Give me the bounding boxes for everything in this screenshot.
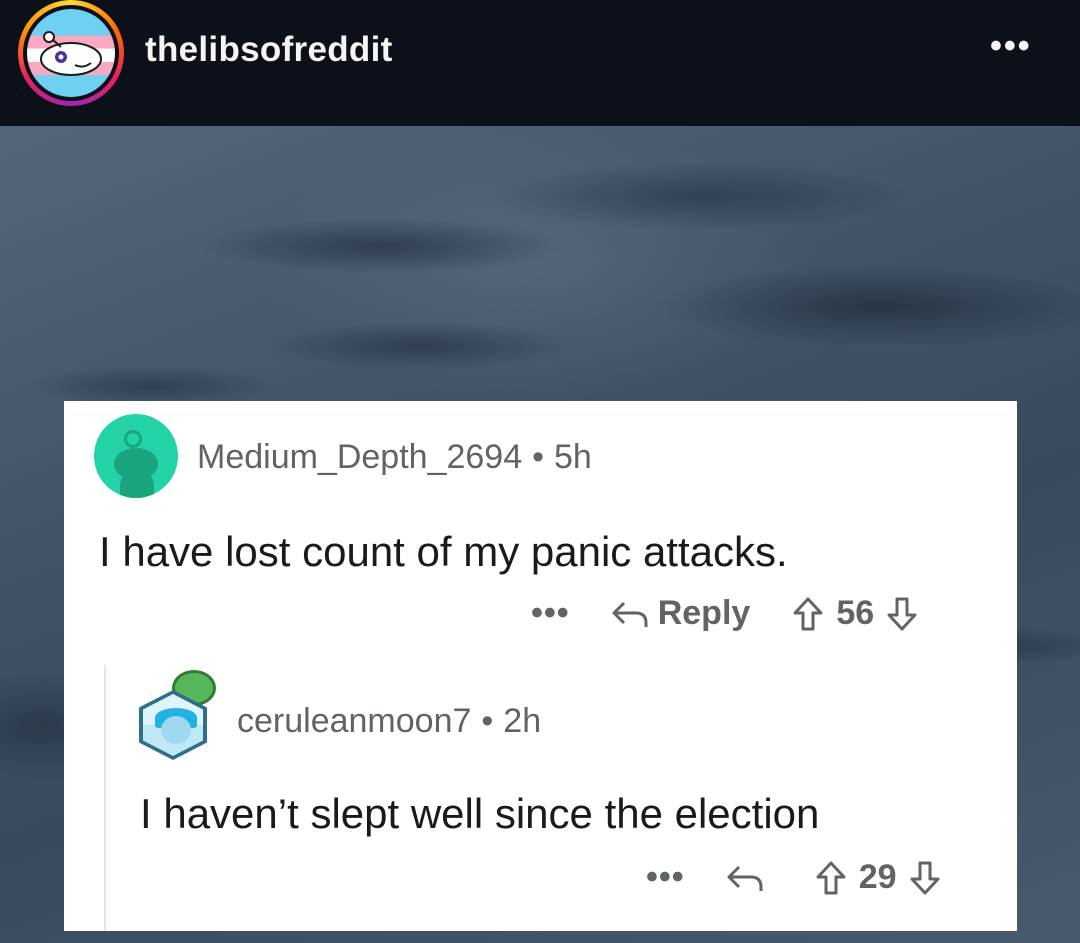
reply-button[interactable] bbox=[725, 861, 773, 895]
snoo-antenna bbox=[124, 430, 142, 448]
profile-avatar[interactable] bbox=[18, 0, 124, 106]
avatar-frame bbox=[23, 5, 119, 101]
meta-separator: • bbox=[532, 438, 545, 476]
comment-age: 5h bbox=[554, 438, 592, 476]
account-username[interactable]: thelibsofreddit bbox=[145, 30, 393, 70]
reply-body: I haven’t slept well since the election bbox=[140, 790, 820, 837]
comment-body: I have lost count of my panic attacks. bbox=[99, 528, 788, 575]
post-header: thelibsofreddit ••• bbox=[0, 0, 1080, 126]
downvote-icon[interactable] bbox=[909, 860, 941, 896]
comment-meta: Medium_Depth_2694 • 5h bbox=[197, 438, 592, 477]
avatar-background bbox=[143, 694, 203, 756]
reply-age: 2h bbox=[503, 702, 542, 740]
vote-count: 29 bbox=[858, 858, 897, 896]
snoo-body bbox=[120, 470, 154, 498]
upvote-icon[interactable] bbox=[792, 596, 824, 632]
more-options-icon[interactable]: ••• bbox=[990, 27, 1032, 66]
profile-picture bbox=[27, 9, 115, 97]
snoo-icon bbox=[40, 31, 102, 76]
comment-screenshot bbox=[64, 401, 1017, 931]
reply-author: ceruleanmoon7 bbox=[237, 702, 472, 740]
comment-avatar bbox=[94, 414, 178, 498]
reply-arrow-icon bbox=[727, 865, 763, 891]
reply-more-icon[interactable]: ••• bbox=[646, 858, 685, 897]
vote-count: 56 bbox=[836, 594, 875, 632]
thread-line bbox=[104, 665, 106, 931]
meta-separator: • bbox=[481, 702, 494, 740]
reply-meta: ceruleanmoon7 • 2h bbox=[237, 702, 541, 741]
reply-button[interactable]: Reply bbox=[610, 594, 751, 633]
reply-actions: ••• 29 bbox=[646, 858, 941, 897]
reply-label: Reply bbox=[657, 594, 751, 632]
vote-controls: 56 bbox=[792, 594, 918, 633]
avatar-face bbox=[161, 716, 191, 744]
reply-arrow-icon bbox=[612, 601, 648, 627]
downvote-icon[interactable] bbox=[886, 596, 918, 632]
comment-author: Medium_Depth_2694 bbox=[197, 438, 523, 476]
vote-controls: 29 bbox=[815, 858, 941, 897]
upvote-icon[interactable] bbox=[815, 860, 847, 896]
comment-actions: ••• Reply 56 bbox=[531, 594, 918, 633]
comment-more-icon[interactable]: ••• bbox=[531, 594, 570, 633]
